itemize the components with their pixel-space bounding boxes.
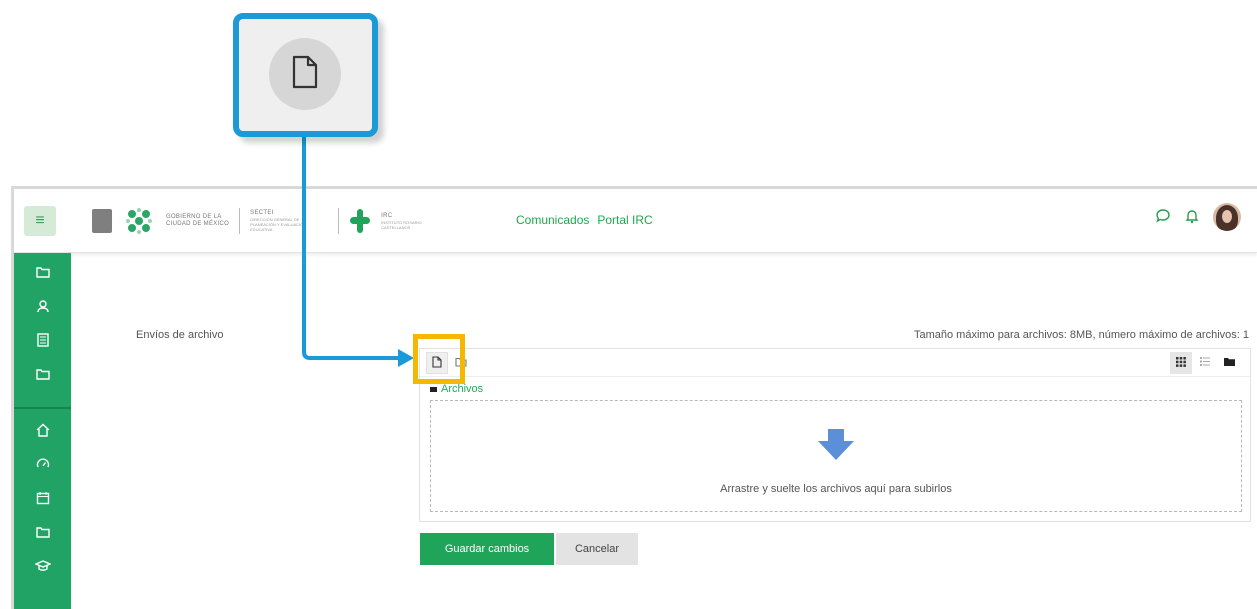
nav-link-portal-irc[interactable]: Portal IRC: [597, 213, 652, 227]
files-folder-label[interactable]: Archivos: [430, 383, 483, 395]
gov-logo-text: GOBIERNO DE LA CIUDAD DE MÉXICO: [166, 214, 230, 227]
file-manager-toolbar: [420, 349, 1250, 377]
sidebar-folder-icon[interactable]: [14, 515, 71, 549]
nav-link-comunicados[interactable]: Comunicados: [516, 213, 589, 227]
cdmx-logo-icon: [122, 204, 156, 238]
mexico-seal-icon: [92, 209, 112, 233]
sidebar-folder-icon[interactable]: [14, 357, 71, 391]
hamburger-icon: ≡: [35, 212, 45, 229]
callout-file-icon-badge: [269, 38, 341, 110]
sidebar-users-icon[interactable]: [14, 289, 71, 323]
file-drop-zone[interactable]: Arrastre y suelte los archivos aquí para…: [430, 400, 1242, 512]
irc-logo-icon: [349, 208, 371, 234]
file-submissions-label: Envíos de archivo: [136, 329, 224, 341]
view-tree-button[interactable]: [1218, 352, 1240, 374]
sidebar-graduation-cap-icon[interactable]: [14, 549, 71, 583]
left-sidebar: [14, 253, 71, 609]
sidebar-calendar-icon[interactable]: [14, 481, 71, 515]
list-icon: [1200, 357, 1210, 369]
user-avatar[interactable]: [1213, 203, 1241, 231]
view-list-button[interactable]: [1194, 352, 1216, 374]
tutorial-screenshot: ≡ GOBIERNO DE LA CIUDAD DE MÉXICO SECTEI…: [0, 0, 1257, 609]
view-icons-button[interactable]: [1170, 352, 1192, 374]
top-navigation: Comunicados Portal IRC: [516, 213, 653, 227]
institution-logos: GOBIERNO DE LA CIUDAD DE MÉXICO SECTEI D…: [92, 203, 453, 239]
sidebar-divider: [14, 407, 71, 409]
upload-limits-text: Tamaño máximo para archivos: 8MB, número…: [913, 329, 1249, 341]
logo-divider: [239, 208, 241, 234]
sidebar-folder-icon[interactable]: [14, 255, 71, 289]
browser-screenshot: ≡ GOBIERNO DE LA CIUDAD DE MÉXICO SECTEI…: [11, 186, 1257, 609]
header-actions: [1155, 203, 1241, 231]
bell-icon[interactable]: [1185, 208, 1199, 227]
sidebar-home-icon[interactable]: [14, 413, 71, 447]
sidebar-dashboard-icon[interactable]: [14, 447, 71, 481]
sectei-logo: SECTEI DIRECCIÓN GENERAL DE PLANEACIÓN Y…: [250, 210, 307, 232]
menu-toggle-button[interactable]: ≡: [24, 206, 56, 236]
drop-instructions: Arrastre y suelte los archivos aquí para…: [720, 483, 952, 495]
down-arrow-icon: [818, 429, 854, 460]
chat-bubble-icon[interactable]: [1155, 208, 1171, 227]
sidebar-book-icon[interactable]: [14, 323, 71, 357]
logo-divider: [338, 208, 340, 234]
file-icon: [291, 55, 319, 94]
irc-logo-text: IRC INSTITUTO ROSARIO CASTELLANOS: [381, 212, 422, 230]
save-changes-button[interactable]: Guardar cambios: [420, 533, 554, 565]
grid-icon: [1176, 356, 1186, 370]
file-manager: Archivos Arrastre y suelte los archivos …: [419, 348, 1251, 522]
folder-solid-icon: [1223, 357, 1235, 369]
top-navbar: ≡ GOBIERNO DE LA CIUDAD DE MÉXICO SECTEI…: [14, 189, 1257, 253]
cancel-button[interactable]: Cancelar: [556, 533, 638, 565]
add-file-highlight: [413, 334, 465, 384]
zoom-callout: [233, 13, 378, 137]
folder-toggle-icon: [430, 386, 437, 392]
